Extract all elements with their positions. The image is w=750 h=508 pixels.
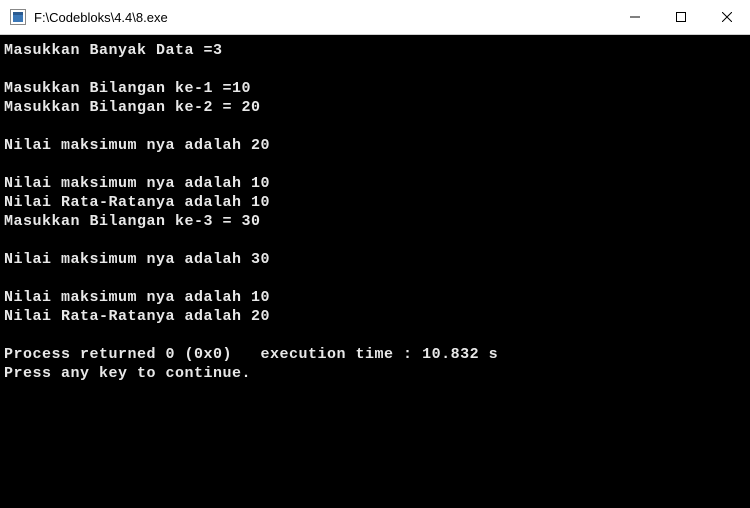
close-button[interactable]	[704, 0, 750, 34]
console-output[interactable]: Masukkan Banyak Data =3 Masukkan Bilanga…	[0, 35, 750, 508]
maximize-icon	[676, 12, 686, 22]
minimize-button[interactable]	[612, 0, 658, 34]
console-window: F:\Codebloks\4.4\8.exe Masukkan Banyak D…	[0, 0, 750, 508]
titlebar[interactable]: F:\Codebloks\4.4\8.exe	[0, 0, 750, 35]
maximize-button[interactable]	[658, 0, 704, 34]
close-icon	[722, 12, 732, 22]
window-title: F:\Codebloks\4.4\8.exe	[34, 10, 168, 25]
app-icon	[10, 9, 26, 25]
minimize-icon	[630, 12, 640, 22]
